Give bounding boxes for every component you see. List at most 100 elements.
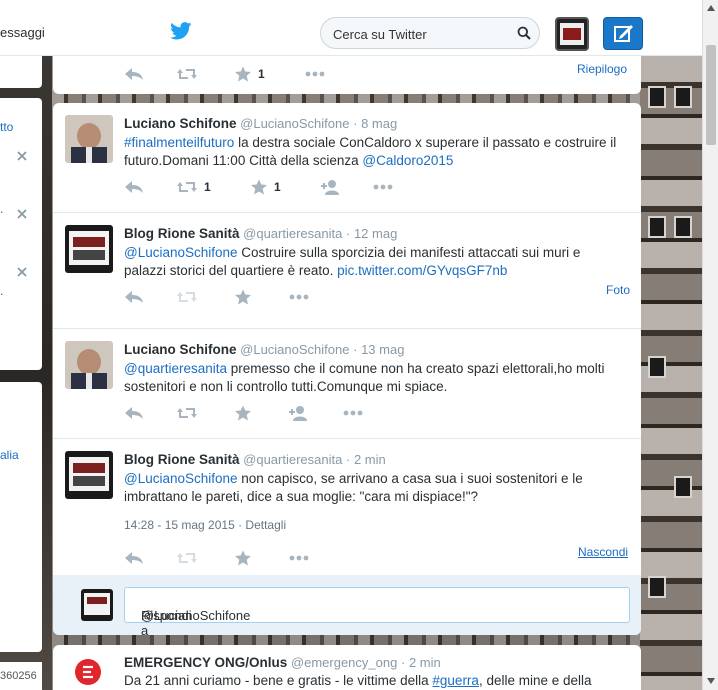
compose-icon	[614, 25, 633, 42]
hashtag-link[interactable]: #guerra	[432, 673, 479, 688]
tweet-header: Blog Rione Sanità @quartieresanita · 12 …	[124, 226, 397, 241]
tweet-author-handle[interactable]: @quartieresanita	[243, 452, 342, 467]
more-icon[interactable]	[304, 66, 326, 82]
tweet-author-name[interactable]: EMERGENCY ONG/Onlus	[124, 655, 287, 670]
tweet-time[interactable]: 2 min	[409, 655, 441, 670]
tweet-time[interactable]: 13 mag	[361, 342, 404, 357]
tweet-header: EMERGENCY ONG/Onlus @emergency_ong · 2 m…	[124, 655, 441, 670]
reply-icon[interactable]	[124, 289, 144, 305]
tweet-author-name[interactable]: Luciano Schifone	[124, 116, 237, 131]
sidebar-link[interactable]: tto	[0, 120, 13, 134]
tweet-item[interactable]: EMERGENCY ONG/Onlus @emergency_ong · 2 m…	[53, 645, 641, 690]
hashtag-link[interactable]: #finalmenteilfuturo	[124, 135, 234, 150]
tweet-header: Blog Rione Sanità @quartieresanita · 2 m…	[124, 452, 386, 467]
twitter-bird-icon[interactable]	[170, 22, 192, 40]
meta-separator: ·	[234, 518, 246, 532]
tweet-author-handle[interactable]: @LucianoSchifone	[240, 116, 349, 131]
retweet-icon[interactable]	[176, 179, 198, 195]
tweet-actions	[124, 289, 604, 307]
background-building	[640, 56, 702, 690]
user-avatar[interactable]	[555, 17, 589, 51]
follow-icon[interactable]	[288, 405, 310, 421]
scroll-down-arrow-icon[interactable]	[706, 676, 716, 686]
pic-link[interactable]: pic.twitter.com/GYvqsGF7nb	[337, 263, 507, 278]
tweet-item[interactable]: Blog Rione Sanità @quartieresanita · 12 …	[53, 213, 641, 329]
more-icon[interactable]	[342, 405, 364, 421]
favorite-icon[interactable]	[234, 405, 252, 421]
tweet-author-handle[interactable]: @quartieresanita	[243, 226, 342, 241]
mention-link[interactable]: @Caldoro2015	[362, 153, 453, 168]
tweet-timestamp: 14:28 - 15 mag 2015	[124, 518, 235, 532]
mention-link[interactable]: @LucianoSchifone	[124, 245, 238, 260]
more-icon[interactable]	[288, 550, 310, 566]
retweet-icon[interactable]	[176, 550, 198, 566]
reply-area: Rispondi a @LucianoSchifone	[53, 575, 641, 638]
hide-link[interactable]: Nascondi	[578, 545, 628, 559]
mention-link[interactable]: @LucianoSchifone	[124, 471, 238, 486]
reply-icon[interactable]	[124, 179, 144, 195]
search-icon[interactable]	[517, 26, 531, 40]
tweet-author-handle[interactable]: @LucianoSchifone	[240, 342, 349, 357]
tweet-avatar[interactable]	[65, 451, 113, 499]
tweet-author-handle[interactable]: @emergency_ong	[291, 655, 397, 670]
tweet-time[interactable]: 12 mag	[354, 226, 397, 241]
retweet-icon[interactable]	[176, 405, 198, 421]
favorite-icon[interactable]	[234, 550, 252, 566]
sidebar-trend-link[interactable]: alia	[0, 448, 19, 462]
previous-tweet-actions: 1 Riepilogo	[53, 56, 641, 94]
close-icon[interactable]	[16, 150, 28, 162]
details-link[interactable]: Dettagli	[245, 518, 286, 532]
separator: ·	[353, 342, 358, 357]
more-icon[interactable]	[372, 179, 394, 195]
tweet-author-name[interactable]: Luciano Schifone	[124, 342, 237, 357]
top-navigation-bar: essaggi	[0, 0, 702, 56]
favorite-icon[interactable]	[234, 66, 252, 82]
tweet-header: Luciano Schifone @LucianoSchifone · 13 m…	[124, 342, 404, 357]
scroll-thumb[interactable]	[706, 45, 716, 145]
summary-link[interactable]: Riepilogo	[577, 62, 627, 76]
page-scrollbar[interactable]	[702, 0, 718, 690]
reply-icon[interactable]	[124, 66, 144, 82]
tweet-time[interactable]: 8 mag	[361, 116, 397, 131]
sidebar-card-who-to-follow: tto . .	[0, 98, 42, 370]
tweet-time[interactable]: 2 min	[354, 452, 386, 467]
tweet-avatar[interactable]	[65, 225, 113, 273]
separator: ·	[345, 452, 351, 467]
favorite-icon[interactable]	[250, 179, 268, 195]
photo-link[interactable]: Foto	[606, 283, 630, 297]
reply-input[interactable]: Rispondi a @LucianoSchifone	[124, 587, 630, 638]
tweet-text: Da 21 anni curiamo - bene e gratis - le …	[124, 673, 634, 688]
tweet-avatar[interactable]	[65, 341, 113, 389]
tweet-author-name[interactable]: Blog Rione Sanità	[124, 226, 240, 241]
emergency-logo-icon[interactable]	[75, 659, 101, 685]
search-input[interactable]	[333, 25, 513, 43]
sidebar-footer: 360256	[0, 662, 42, 690]
tweet-actions: 1 1	[124, 179, 604, 197]
reply-icon[interactable]	[124, 550, 144, 566]
retweet-icon[interactable]	[176, 66, 198, 82]
tweet-text: @LucianoSchifone Costruire sulla sporciz…	[124, 244, 624, 280]
sidebar-text: .	[0, 284, 4, 298]
tweet-item-expanded[interactable]: Blog Rione Sanità @quartieresanita · 2 m…	[53, 439, 641, 575]
tweet-avatar[interactable]	[65, 115, 113, 163]
retweet-icon[interactable]	[176, 289, 198, 305]
follow-icon[interactable]	[320, 179, 342, 195]
tweet-text: #finalmenteilfuturo la destra sociale Co…	[124, 134, 624, 170]
more-icon[interactable]	[288, 289, 310, 305]
tweet-author-name[interactable]: Blog Rione Sanità	[124, 452, 240, 467]
tweet-item[interactable]: Luciano Schifone @LucianoSchifone · 13 m…	[53, 329, 641, 439]
tweet-timeline: Luciano Schifone @LucianoSchifone · 8 ma…	[53, 103, 641, 638]
compose-tweet-button[interactable]	[603, 17, 643, 50]
close-icon[interactable]	[16, 266, 28, 278]
favorite-icon[interactable]	[234, 289, 252, 305]
scroll-up-arrow-icon[interactable]	[706, 3, 716, 13]
mention-link[interactable]: @quartieresanita	[124, 361, 227, 376]
reply-icon[interactable]	[124, 405, 144, 421]
tweet-item[interactable]: Luciano Schifone @LucianoSchifone · 8 ma…	[53, 103, 641, 213]
tweet-text: @quartieresanita premesso che il comune …	[124, 360, 624, 396]
nav-messages[interactable]: essaggi	[0, 25, 45, 40]
tweet-actions: 1	[124, 66, 604, 84]
reply-avatar	[81, 589, 113, 621]
close-icon[interactable]	[16, 208, 28, 220]
reply-mention: @LucianoSchifone	[141, 608, 251, 623]
